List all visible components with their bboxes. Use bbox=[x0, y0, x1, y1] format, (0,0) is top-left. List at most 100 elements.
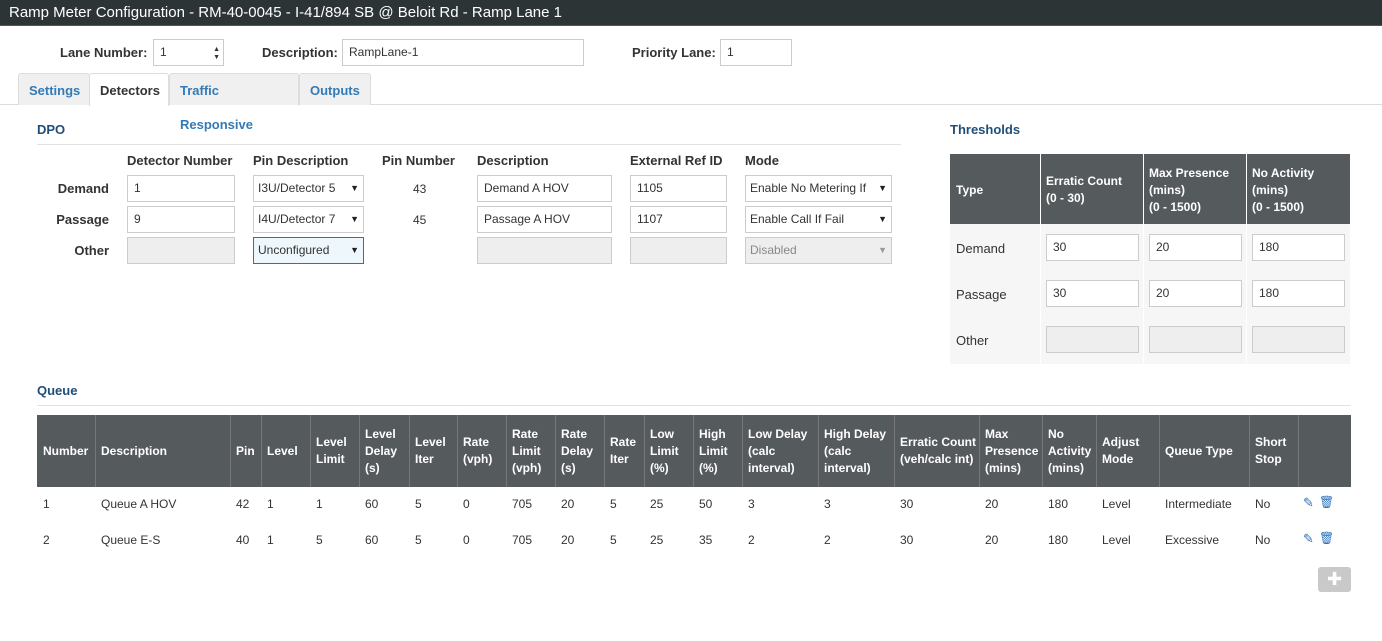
priority-lane-input[interactable]: 1 bbox=[720, 39, 792, 66]
queue-header-12: High Limit (%) bbox=[699, 426, 728, 477]
queue-col-sep bbox=[818, 415, 819, 487]
queue-cell: Intermediate bbox=[1165, 497, 1232, 511]
passage-erratic-count-input[interactable]: 30 bbox=[1046, 280, 1139, 307]
dpo-divider bbox=[37, 144, 901, 145]
header-line: Activity bbox=[1048, 443, 1092, 458]
header-line: (mins) bbox=[1252, 183, 1288, 197]
lane-number-label: Lane Number: bbox=[60, 45, 148, 60]
other-pin-description-select[interactable]: Unconfigured ▼ bbox=[253, 237, 364, 264]
dpo-title: DPO bbox=[37, 122, 66, 137]
other-description-input bbox=[477, 237, 612, 264]
spin-down-icon[interactable]: ▼ bbox=[213, 54, 220, 61]
header-line: (veh/calc int) bbox=[900, 452, 974, 466]
queue-cell: 5 bbox=[610, 533, 617, 547]
demand-max-presence-input[interactable]: 20 bbox=[1149, 234, 1242, 261]
queue-header-0: Number bbox=[43, 443, 88, 460]
other-mode-value: Disabled bbox=[750, 243, 797, 257]
passage-pin-description-select[interactable]: I4U/Detector 7 ▼ bbox=[253, 206, 364, 233]
queue-header-14: High Delay (calc interval) bbox=[824, 426, 886, 477]
queue-header-17: No Activity (mins) bbox=[1048, 426, 1091, 477]
demand-mode-select[interactable]: Enable No Metering If ▼ bbox=[745, 175, 892, 202]
header-line: Max Presence bbox=[1149, 166, 1230, 180]
tab-outputs[interactable]: Outputs bbox=[299, 73, 371, 105]
queue-cell: 25 bbox=[650, 533, 664, 547]
queue-cell: 705 bbox=[512, 497, 533, 511]
passage-mode-select[interactable]: Enable Call If Fail ▼ bbox=[745, 206, 892, 233]
chevron-down-icon: ▼ bbox=[350, 183, 359, 193]
queue-cell: Queue A HOV bbox=[101, 497, 177, 511]
pencil-icon[interactable]: ✎ bbox=[1303, 495, 1314, 511]
header-line: No Activity bbox=[1252, 166, 1315, 180]
queue-cell: 40 bbox=[236, 533, 250, 547]
passage-description-input[interactable]: Passage A HOV bbox=[477, 206, 612, 233]
table-row bbox=[37, 487, 1351, 523]
spin-up-icon[interactable]: ▲ bbox=[213, 46, 220, 53]
header-line: Level bbox=[365, 426, 396, 441]
passage-detector-number-input[interactable]: 9 bbox=[127, 206, 235, 233]
trash-icon[interactable]: 🗑 bbox=[1319, 495, 1334, 509]
demand-description-input[interactable]: Demand A HOV bbox=[477, 175, 612, 202]
queue-col-sep bbox=[359, 415, 360, 487]
queue-cell: 0 bbox=[463, 533, 470, 547]
header-line: (calc bbox=[748, 443, 776, 458]
demand-erratic-count-input[interactable]: 30 bbox=[1046, 234, 1139, 261]
header-line: Iter bbox=[415, 452, 434, 466]
chevron-down-icon: ▼ bbox=[350, 214, 359, 224]
col-detector-number: Detector Number bbox=[127, 153, 233, 168]
table-row bbox=[37, 523, 1351, 559]
header-line: Presence bbox=[985, 443, 1039, 458]
passage-no-activity-input[interactable]: 180 bbox=[1252, 280, 1345, 307]
header-line: High Delay bbox=[824, 426, 887, 441]
header-line: Delay bbox=[365, 443, 398, 458]
pencil-icon[interactable]: ✎ bbox=[1303, 531, 1314, 547]
queue-col-sep bbox=[409, 415, 410, 487]
demand-pin-description-select[interactable]: I3U/Detector 5 ▼ bbox=[253, 175, 364, 202]
queue-col-sep bbox=[604, 415, 605, 487]
tab-settings[interactable]: Settings bbox=[18, 73, 90, 105]
queue-cell: 1 bbox=[267, 497, 274, 511]
header-line: Limit bbox=[316, 452, 345, 466]
description-input[interactable]: RampLane-1 bbox=[342, 39, 584, 66]
passage-external-ref-input[interactable]: 1107 bbox=[630, 206, 727, 233]
window-title: Ramp Meter Configuration - RM-40-0045 - … bbox=[0, 0, 1382, 26]
queue-cell: 0 bbox=[463, 497, 470, 511]
header-line: No bbox=[1048, 426, 1064, 441]
queue-cell: 20 bbox=[985, 497, 999, 511]
demand-detector-number-input[interactable]: 1 bbox=[127, 175, 235, 202]
passage-max-presence-input[interactable]: 20 bbox=[1149, 280, 1242, 307]
add-queue-button[interactable]: ✚ bbox=[1318, 567, 1351, 592]
queue-cell: 20 bbox=[985, 533, 999, 547]
header-line: (vph) bbox=[512, 460, 542, 475]
queue-cell: 5 bbox=[316, 533, 323, 547]
queue-header-9: Rate Delay (s) bbox=[561, 426, 593, 477]
queue-cell: Level bbox=[1102, 497, 1131, 511]
queue-cell: 5 bbox=[415, 533, 422, 547]
header-line: Queue Type bbox=[1165, 443, 1233, 458]
demand-pin-number: 43 bbox=[413, 182, 427, 196]
trash-icon[interactable]: 🗑 bbox=[1319, 531, 1334, 545]
header-line: Pin bbox=[236, 443, 255, 458]
lane-number-spinner[interactable]: 1 ▲ ▼ bbox=[153, 39, 224, 66]
header-line: Erratic Count bbox=[1046, 174, 1123, 188]
header-line: Limit bbox=[650, 443, 679, 458]
passage-pin-number: 45 bbox=[413, 213, 427, 227]
row-label-demand: Demand bbox=[57, 181, 109, 196]
col-pin-description: Pin Description bbox=[253, 153, 349, 168]
tab-traffic-responsive[interactable]: Traffic Responsive bbox=[169, 73, 299, 132]
queue-cell: 1 bbox=[267, 533, 274, 547]
demand-external-ref-input[interactable]: 1105 bbox=[630, 175, 727, 202]
tab-detectors[interactable]: Detectors bbox=[89, 73, 169, 106]
queue-cell: 60 bbox=[365, 497, 379, 511]
queue-col-sep bbox=[693, 415, 694, 487]
queue-cell: Queue E-S bbox=[101, 533, 161, 547]
col-description: Description bbox=[477, 153, 549, 168]
priority-lane-label: Priority Lane: bbox=[632, 45, 716, 60]
header-line: Level bbox=[415, 435, 446, 449]
header-line: (%) bbox=[699, 460, 718, 475]
demand-no-activity-input[interactable]: 180 bbox=[1252, 234, 1345, 261]
queue-cell: 180 bbox=[1048, 497, 1069, 511]
queue-header-5: Level Delay (s) bbox=[365, 426, 397, 477]
queue-col-sep bbox=[979, 415, 980, 487]
header-line: (0 - 30) bbox=[1046, 191, 1085, 205]
queue-col-sep bbox=[894, 415, 895, 487]
